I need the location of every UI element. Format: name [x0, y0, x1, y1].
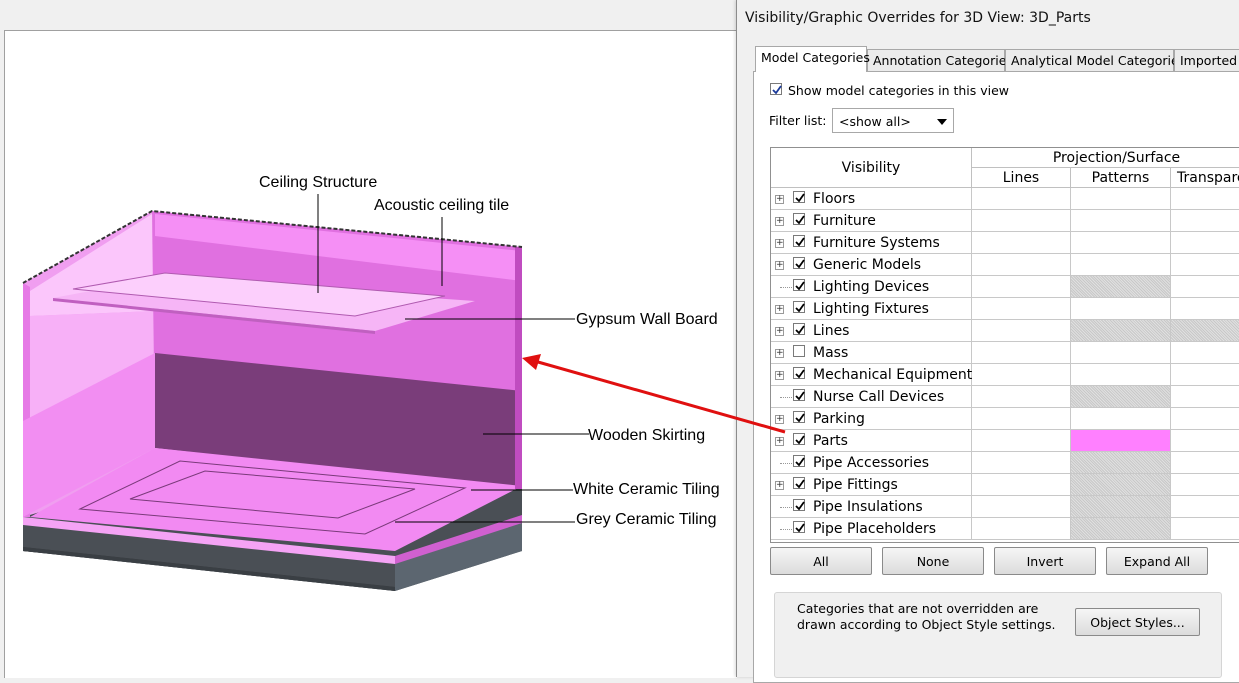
- callout-arrow: [522, 354, 786, 434]
- arrow-line: [537, 360, 786, 434]
- arrow-head-icon: [522, 354, 541, 370]
- tab-model-categories[interactable]: Model Categories: [755, 46, 870, 72]
